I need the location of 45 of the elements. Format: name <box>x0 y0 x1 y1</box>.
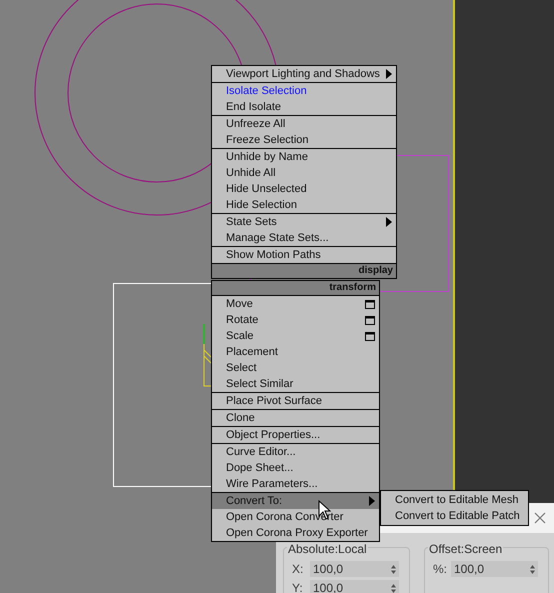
menu-item[interactable]: Unhide by Name <box>212 149 396 165</box>
menu-item[interactable]: Rotate <box>212 312 379 328</box>
menu-item[interactable]: Curve Editor... <box>212 444 379 460</box>
submenu-item[interactable]: Convert to Editable Mesh <box>381 492 528 508</box>
options-box-icon <box>365 300 375 308</box>
menu-item[interactable]: Convert To: <box>212 493 379 509</box>
menu-item[interactable]: Hide Selection <box>212 197 396 213</box>
menu-item[interactable]: Select Similar <box>212 376 379 392</box>
menu-item[interactable]: Show Motion Paths <box>212 247 396 263</box>
menu-item[interactable]: Manage State Sets... <box>212 230 396 246</box>
options-box-icon <box>365 332 375 340</box>
menu-header: display <box>212 263 396 278</box>
options-box-icon <box>365 316 375 324</box>
menu-item[interactable]: Freeze Selection <box>212 132 396 148</box>
menu-item[interactable]: Place Pivot Surface <box>212 393 379 409</box>
submenu-item[interactable]: Convert to Editable Patch <box>381 508 528 524</box>
spinner-arrows-icon <box>391 564 396 574</box>
menu-item[interactable]: Viewport Lighting and Shadows <box>212 66 396 82</box>
menu-item[interactable]: Hide Unselected <box>212 181 396 197</box>
menu-header: transform <box>212 280 379 295</box>
close-icon[interactable] <box>534 512 546 524</box>
spinner-arrows-icon <box>530 564 535 574</box>
submenu-arrow-icon <box>386 69 392 79</box>
submenu-arrow-icon <box>369 496 375 506</box>
menu-item[interactable]: Open Corona Proxy Exporter <box>212 525 379 541</box>
menu-item[interactable]: Select <box>212 360 379 376</box>
field-label: Y: <box>292 580 304 593</box>
field-label: X: <box>292 561 304 578</box>
menu-item[interactable]: Clone <box>212 410 379 426</box>
menu-item[interactable]: Scale <box>212 328 379 344</box>
menu-item[interactable]: Move <box>212 296 379 312</box>
menu-item[interactable]: End Isolate <box>212 99 396 115</box>
menu-item[interactable]: Unhide All <box>212 165 396 181</box>
menu-item[interactable]: Isolate Selection <box>212 83 396 99</box>
field-label: %: <box>433 561 447 578</box>
menu-item[interactable]: State Sets <box>212 214 396 230</box>
menu-item[interactable]: Dope Sheet... <box>212 460 379 476</box>
menu-item[interactable]: Object Properties... <box>212 427 379 443</box>
spinner-field[interactable]: 100,0 <box>310 561 399 577</box>
submenu-arrow-icon <box>386 217 392 227</box>
menu-item[interactable]: Placement <box>212 344 379 360</box>
spinner-arrows-icon <box>391 584 396 592</box>
menu-item[interactable]: Unfreeze All <box>212 116 396 132</box>
spinner-field[interactable]: 100,0 <box>451 561 538 577</box>
menu-item[interactable]: Wire Parameters... <box>212 476 379 492</box>
